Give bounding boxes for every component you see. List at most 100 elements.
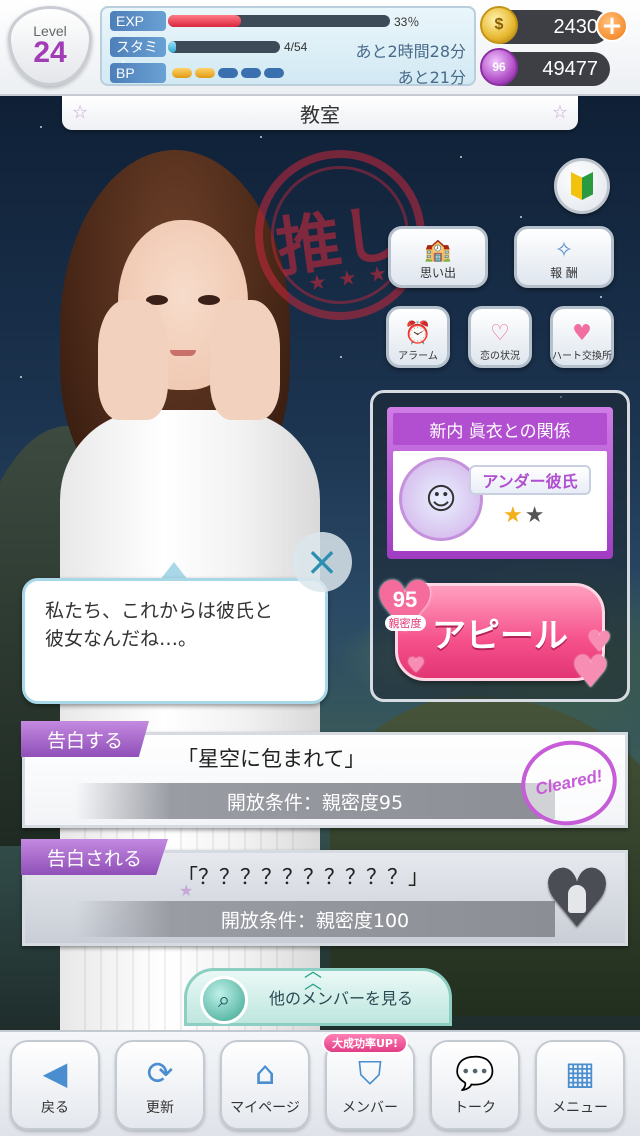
stats-panel: EXP 33％ スタミナ 4/54 あと2時間28分 BP あと21分 xyxy=(100,6,476,87)
relationship-title: 新内 眞衣との関係 xyxy=(393,413,607,445)
exp-label: EXP xyxy=(110,11,166,31)
star-icon: ☆ xyxy=(551,102,568,123)
keyhole-icon xyxy=(568,885,586,913)
member-shield-icon: ⛉ xyxy=(357,1054,382,1092)
star-icon: ★ xyxy=(524,503,547,528)
intimacy-value: 95 xyxy=(392,587,418,612)
love-status-label: 恋の状況 xyxy=(480,351,520,362)
intimacy-label: 親密度 xyxy=(384,615,426,631)
stamina-bar xyxy=(168,41,280,53)
rewards-label: 報 酬 xyxy=(550,266,578,280)
bp-point xyxy=(241,68,261,78)
plus-icon: + xyxy=(601,11,623,41)
bp-point xyxy=(264,68,284,78)
add-gold-button[interactable]: + xyxy=(596,10,628,42)
unlock-condition: 開放条件：親密度95 xyxy=(75,783,555,819)
nav-label: 戻る xyxy=(41,1100,69,1116)
unlock-condition: 開放条件：親密度100 xyxy=(75,901,555,937)
sparkle-ring-icon: ✧ xyxy=(554,238,574,263)
relationship-panel: 新内 眞衣との関係 ☺ アンダー彼氏 ★★ アピール ♥ ♥ ♥ xyxy=(370,390,630,702)
nav-label: 更新 xyxy=(146,1100,174,1116)
stamina-label: スタミナ xyxy=(110,37,166,75)
bp-row: BP xyxy=(110,62,287,84)
heart-exchange-label: ハート交換所 xyxy=(552,351,612,362)
level-badge[interactable]: Level 24 xyxy=(8,6,92,86)
heart-cycle-icon: ♥ xyxy=(572,321,592,346)
beginner-mark-icon xyxy=(571,172,593,200)
other-members-label: 他のメンバーを見る xyxy=(268,989,413,1008)
confession-row-confess[interactable]: 告白する 「星空に包まれて」 開放条件：親密度95 Cleared! xyxy=(21,721,628,835)
search-icon: ⌕ xyxy=(200,976,248,1024)
dialog-line-1: 私たち、これからは彼氏と xyxy=(45,600,274,622)
exp-bar xyxy=(168,15,390,27)
intimacy-badge: ♥ 95 親密度 xyxy=(370,572,440,642)
close-dialog-button[interactable]: × xyxy=(292,532,352,592)
relationship-card: 新内 眞衣との関係 ☺ アンダー彼氏 ★★ xyxy=(387,407,613,559)
love-status-button[interactable]: ♡ 恋の状況 xyxy=(468,306,532,368)
nav-label: マイページ xyxy=(230,1100,300,1116)
alarm-label: アラーム xyxy=(398,351,438,362)
nav-mypage-button[interactable]: ⌂ マイページ xyxy=(220,1040,310,1130)
confession-title: 「星空に包まれて」 xyxy=(177,747,366,771)
heart-coin-counter: 96 49477 xyxy=(480,48,610,86)
confess-tag: 告白する xyxy=(21,721,150,757)
rewards-button[interactable]: ✧ 報 酬 xyxy=(514,226,614,288)
stamina-timer: あと2時間28分 xyxy=(355,42,466,61)
relationship-body: ☺ アンダー彼氏 ★★ xyxy=(393,451,607,551)
gold-counter: $ 2430 xyxy=(480,6,610,44)
nav-talk-button[interactable]: 💬 トーク xyxy=(430,1040,520,1130)
confession-row-confessed[interactable]: 告白される 「？？？？？？？？？？」 ★ 開放条件：親密度100 ♥ xyxy=(21,839,628,946)
stamina-value: 4/54 xyxy=(284,40,308,54)
confessed-tag: 告白される xyxy=(21,839,169,875)
bp-timer: あと21分 xyxy=(397,68,466,87)
chevron-up-icon: ︿ ︿ xyxy=(304,961,322,994)
speech-bubble[interactable]: 私たち、これからは彼氏と 彼女なんだね…。 xyxy=(22,578,328,704)
memories-label: 思い出 xyxy=(419,266,456,280)
heart-exchange-button[interactable]: ♥ ハート交換所 xyxy=(550,306,614,368)
beginner-guide-button[interactable] xyxy=(554,158,610,214)
alarm-clock-icon: ⏰ xyxy=(404,321,432,346)
success-rate-up-badge: 大成功率UP! xyxy=(322,1032,409,1054)
school-building-icon: 🏫 xyxy=(424,238,452,263)
house-icon: ⌂ xyxy=(254,1054,276,1092)
location-header: ☆ 教室 ☆ xyxy=(62,96,578,130)
bottom-nav: ◀ 戻る ⟳ 更新 ⌂ マイページ ⛉ メンバー 💬 トーク ▦ メニュー xyxy=(0,1030,640,1136)
confession-title: 「？？？？？？？？？？」 xyxy=(177,865,429,889)
exp-percent: 33％ xyxy=(394,14,420,29)
bp-label: BP xyxy=(110,63,166,83)
gold-coin-icon: $ xyxy=(480,6,518,44)
heart-coin-amount: 49477 xyxy=(542,57,598,80)
bp-point xyxy=(172,68,192,78)
nav-label: トーク xyxy=(454,1100,496,1116)
star-icon: ★ xyxy=(179,881,194,900)
exp-bar-fill xyxy=(168,15,242,27)
exp-row: EXP 33％ xyxy=(110,10,419,32)
star-icon: ☆ xyxy=(72,102,89,123)
level-value: 24 xyxy=(33,36,67,69)
nav-back-button[interactable]: ◀ 戻る xyxy=(10,1040,100,1130)
location-title: 教室 xyxy=(300,102,340,127)
alarm-button[interactable]: ⏰ アラーム xyxy=(386,306,450,368)
heart-coin-icon: 96 xyxy=(480,48,518,86)
refresh-icon: ⟳ xyxy=(146,1054,174,1092)
nav-menu-button[interactable]: ▦ メニュー xyxy=(535,1040,625,1130)
relationship-status: アンダー彼氏 xyxy=(469,465,591,495)
character-hand-left xyxy=(98,300,168,420)
character-hand-right xyxy=(210,300,280,420)
heart-icon: ♥ xyxy=(407,653,425,677)
chat-bubbles-icon: 💬 xyxy=(455,1054,495,1092)
heart-lock-icon: ♥ xyxy=(535,857,619,941)
stamina-row: スタミナ 4/54 xyxy=(110,36,308,75)
memories-button[interactable]: 🏫 思い出 xyxy=(388,226,488,288)
gold-amount: 2430 xyxy=(553,15,599,38)
star-icon: ★ xyxy=(503,503,525,528)
close-icon: × xyxy=(305,539,339,585)
winged-heart-icon: ♡ xyxy=(490,321,510,346)
status-bar: Level 24 EXP 33％ スタミナ 4/54 あと2時間28分 BP あ… xyxy=(0,0,640,96)
bp-point xyxy=(218,68,238,78)
dialog-line-2: 彼女なんだね…。 xyxy=(45,628,198,650)
bp-point xyxy=(195,68,215,78)
heart-icon: ♥ xyxy=(571,647,611,698)
relationship-stars: ★★ xyxy=(503,503,546,528)
nav-refresh-button[interactable]: ⟳ 更新 xyxy=(115,1040,205,1130)
